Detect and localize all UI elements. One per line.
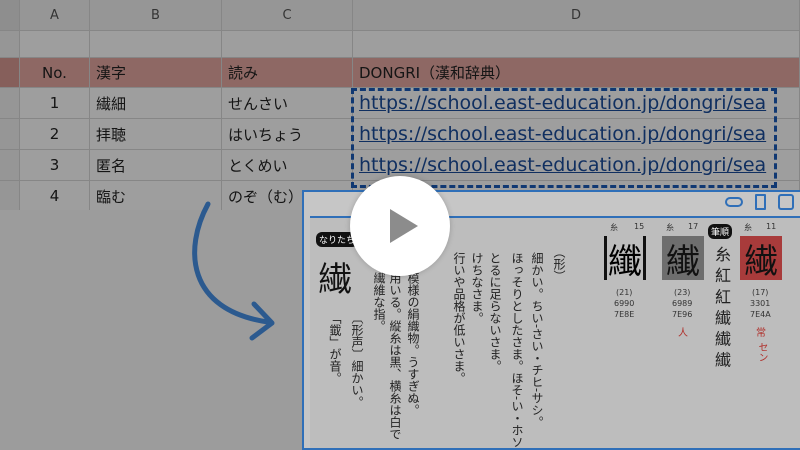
- stroke-count: 17: [688, 222, 699, 231]
- definition-text: ほっそりとしたさま。ほそ-い・ホソ-: [510, 252, 524, 450]
- definition-text: （形）: [552, 246, 566, 282]
- reading-label: セン: [756, 342, 767, 362]
- stroke-count: 15: [634, 222, 645, 231]
- note-icon[interactable]: [778, 194, 794, 210]
- code-text: 6989: [672, 299, 693, 308]
- dictionary-toolbar: [725, 194, 794, 210]
- definition-text: けちなさま。: [470, 252, 484, 324]
- play-icon: [390, 209, 418, 243]
- definition-text: とるに足らないさま。: [488, 252, 502, 372]
- stroke-order: 糸 紅 紅 纎 纎 纎: [712, 246, 731, 368]
- kanji-variant-box[interactable]: 纖: [604, 236, 646, 282]
- main-kanji: 繊: [318, 260, 352, 300]
- radical-label: 糸: [610, 223, 618, 232]
- code-text: (17): [752, 288, 769, 297]
- hito-label: 人: [678, 328, 688, 339]
- hitsujun-badge: 筆順: [708, 224, 733, 239]
- link-icon[interactable]: [725, 197, 743, 207]
- code-text: 6990: [614, 299, 635, 308]
- stroke-count: 11: [766, 222, 777, 231]
- kanji-variant-box[interactable]: 纎: [662, 236, 704, 282]
- play-button[interactable]: [350, 176, 450, 276]
- code-text: 7E96: [672, 310, 693, 319]
- kanji-variant-box[interactable]: 繊: [740, 236, 782, 282]
- code-text: 3301: [750, 299, 771, 308]
- radical-label: 糸: [666, 223, 674, 232]
- definition-text: 細かい。ちい-さい・チヒ-サシ。: [530, 252, 544, 429]
- radical-label: 糸: [744, 223, 752, 232]
- joyo-label: 常: [756, 328, 766, 339]
- note-text: 〔形声〕細かい。: [350, 312, 364, 408]
- code-text: 7E8E: [614, 310, 635, 319]
- code-text: 7E4A: [750, 310, 771, 319]
- bookmark-icon[interactable]: [755, 194, 766, 210]
- definition-text: 服に用いる。縦糸は黒、横糸は白で: [388, 248, 402, 440]
- code-text: (21): [616, 288, 633, 297]
- note-text: 「韱」が音。: [328, 312, 342, 384]
- code-text: (23): [674, 288, 691, 297]
- definition-text: 行いや品格が低いさま。: [452, 252, 466, 384]
- curved-arrow-icon: [192, 201, 275, 341]
